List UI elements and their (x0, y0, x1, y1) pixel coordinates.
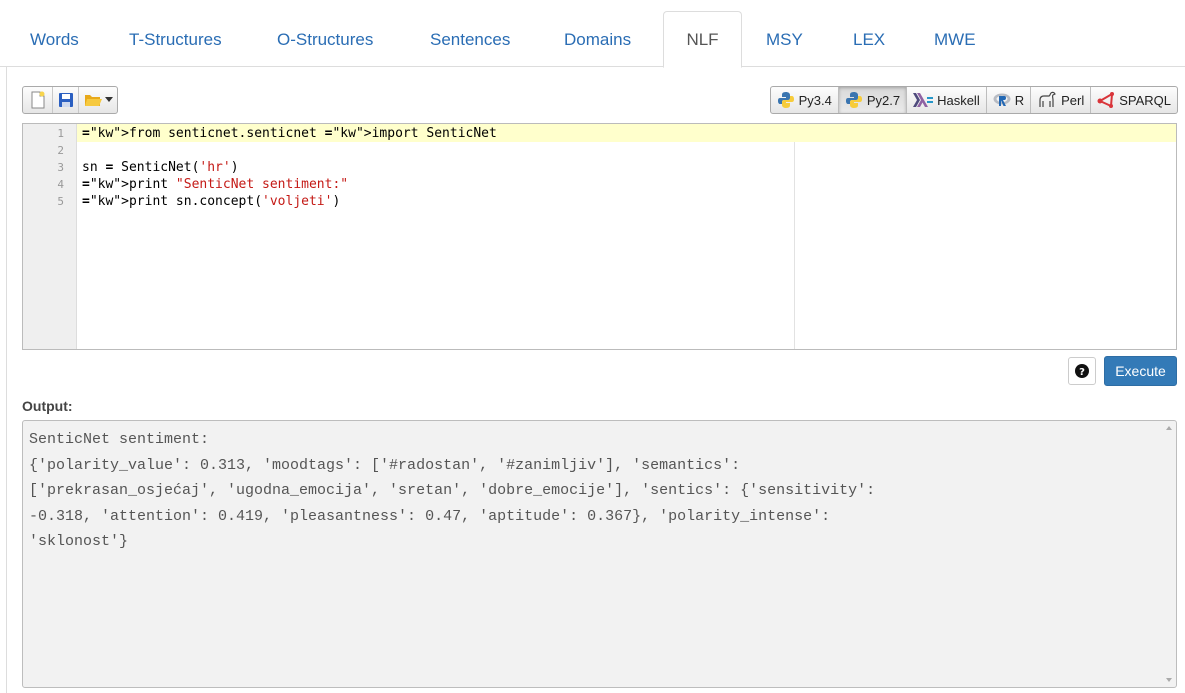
lang-py34-label: Py3.4 (798, 92, 832, 108)
code-line: ="kw">from senticnet.senticnet ="kw">imp… (82, 126, 497, 141)
help-button[interactable]: ? (1068, 357, 1096, 385)
output-line: SenticNet sentiment: (29, 431, 210, 448)
execute-button[interactable]: Execute (1104, 356, 1177, 386)
code-line: sn = SenticNet('hr') (82, 160, 239, 175)
save-icon (58, 93, 73, 107)
code-editor[interactable]: 1 2 3 4 5 ="kw">from senticnet.senticnet… (22, 123, 1177, 350)
tab-o-structures[interactable]: O-Structures (262, 11, 388, 68)
lang-py34-button[interactable]: Py3.4 (771, 87, 839, 113)
lang-r-button[interactable]: R (987, 87, 1032, 113)
line-number-gutter: 1 2 3 4 5 (23, 124, 77, 349)
lang-haskell-label: Haskell (937, 92, 980, 108)
lang-perl-button[interactable]: Perl (1031, 87, 1092, 113)
lang-sparql-button[interactable]: SPARQL (1091, 87, 1177, 113)
output-line: -0.318, 'attention': 0.419, 'pleasantnes… (29, 507, 831, 525)
python-icon (777, 92, 794, 108)
svg-text:?: ? (1079, 367, 1085, 378)
new-file-button[interactable] (23, 87, 53, 113)
tab-sentences[interactable]: Sentences (415, 11, 525, 68)
haskell-icon (913, 93, 934, 107)
open-file-dropdown[interactable] (79, 87, 117, 113)
sparql-icon (1097, 92, 1115, 108)
line-number: 5 (57, 195, 64, 208)
tab-mwe[interactable]: MWE (919, 11, 991, 68)
output-line: {'polarity_value': 0.313, 'moodtags': ['… (29, 456, 741, 474)
caret-down-icon (104, 97, 113, 102)
open-folder-icon (84, 95, 102, 106)
tab-nlf[interactable]: NLF (663, 11, 742, 68)
line-number: 4 (57, 178, 64, 191)
question-circle-icon: ? (1075, 364, 1089, 378)
r-icon (993, 93, 1011, 106)
tab-msy[interactable]: MSY (751, 11, 818, 68)
language-selector: Py3.4 Py2.7 Haskell R Perl SPARQL (769, 86, 1178, 114)
lang-haskell-button[interactable]: Haskell (907, 87, 987, 113)
file-toolbar (22, 86, 118, 114)
line-number: 3 (57, 161, 64, 174)
scroll-up-arrow-icon[interactable] (1164, 423, 1174, 433)
perl-icon (1039, 91, 1056, 107)
output-area[interactable]: SenticNet sentiment: {'polarity_value': … (22, 420, 1177, 688)
save-button[interactable] (53, 87, 79, 113)
lang-perl-label: Perl (1061, 92, 1085, 108)
tab-domains[interactable]: Domains (549, 11, 646, 68)
line-number: 1 (57, 127, 64, 140)
output-line: 'sklonost'} (29, 533, 129, 551)
new-file-icon (31, 91, 44, 109)
code-line: ="kw">print sn.concept('voljeti') (82, 194, 341, 209)
tab-t-structures[interactable]: T-Structures (114, 11, 237, 68)
output-label: Output: (22, 398, 73, 414)
code-line: ="kw">print "SenticNet sentiment:" (82, 177, 349, 192)
lang-py27-button[interactable]: Py2.7 (838, 87, 908, 113)
tab-words[interactable]: Words (15, 11, 94, 68)
lang-r-label: R (1014, 92, 1025, 108)
output-line: ['prekrasan_osjećaj', 'ugodna_emocija', … (29, 482, 876, 500)
lang-py27-label: Py2.7 (866, 92, 901, 108)
python-icon (845, 92, 862, 108)
scroll-down-arrow-icon[interactable] (1164, 675, 1174, 685)
lang-sparql-label: SPARQL (1119, 92, 1171, 108)
line-number: 2 (57, 144, 64, 157)
tab-lex[interactable]: LEX (838, 11, 900, 68)
print-margin (794, 142, 795, 349)
tab-bar: Words T-Structures O-Structures Sentence… (0, 0, 1185, 68)
